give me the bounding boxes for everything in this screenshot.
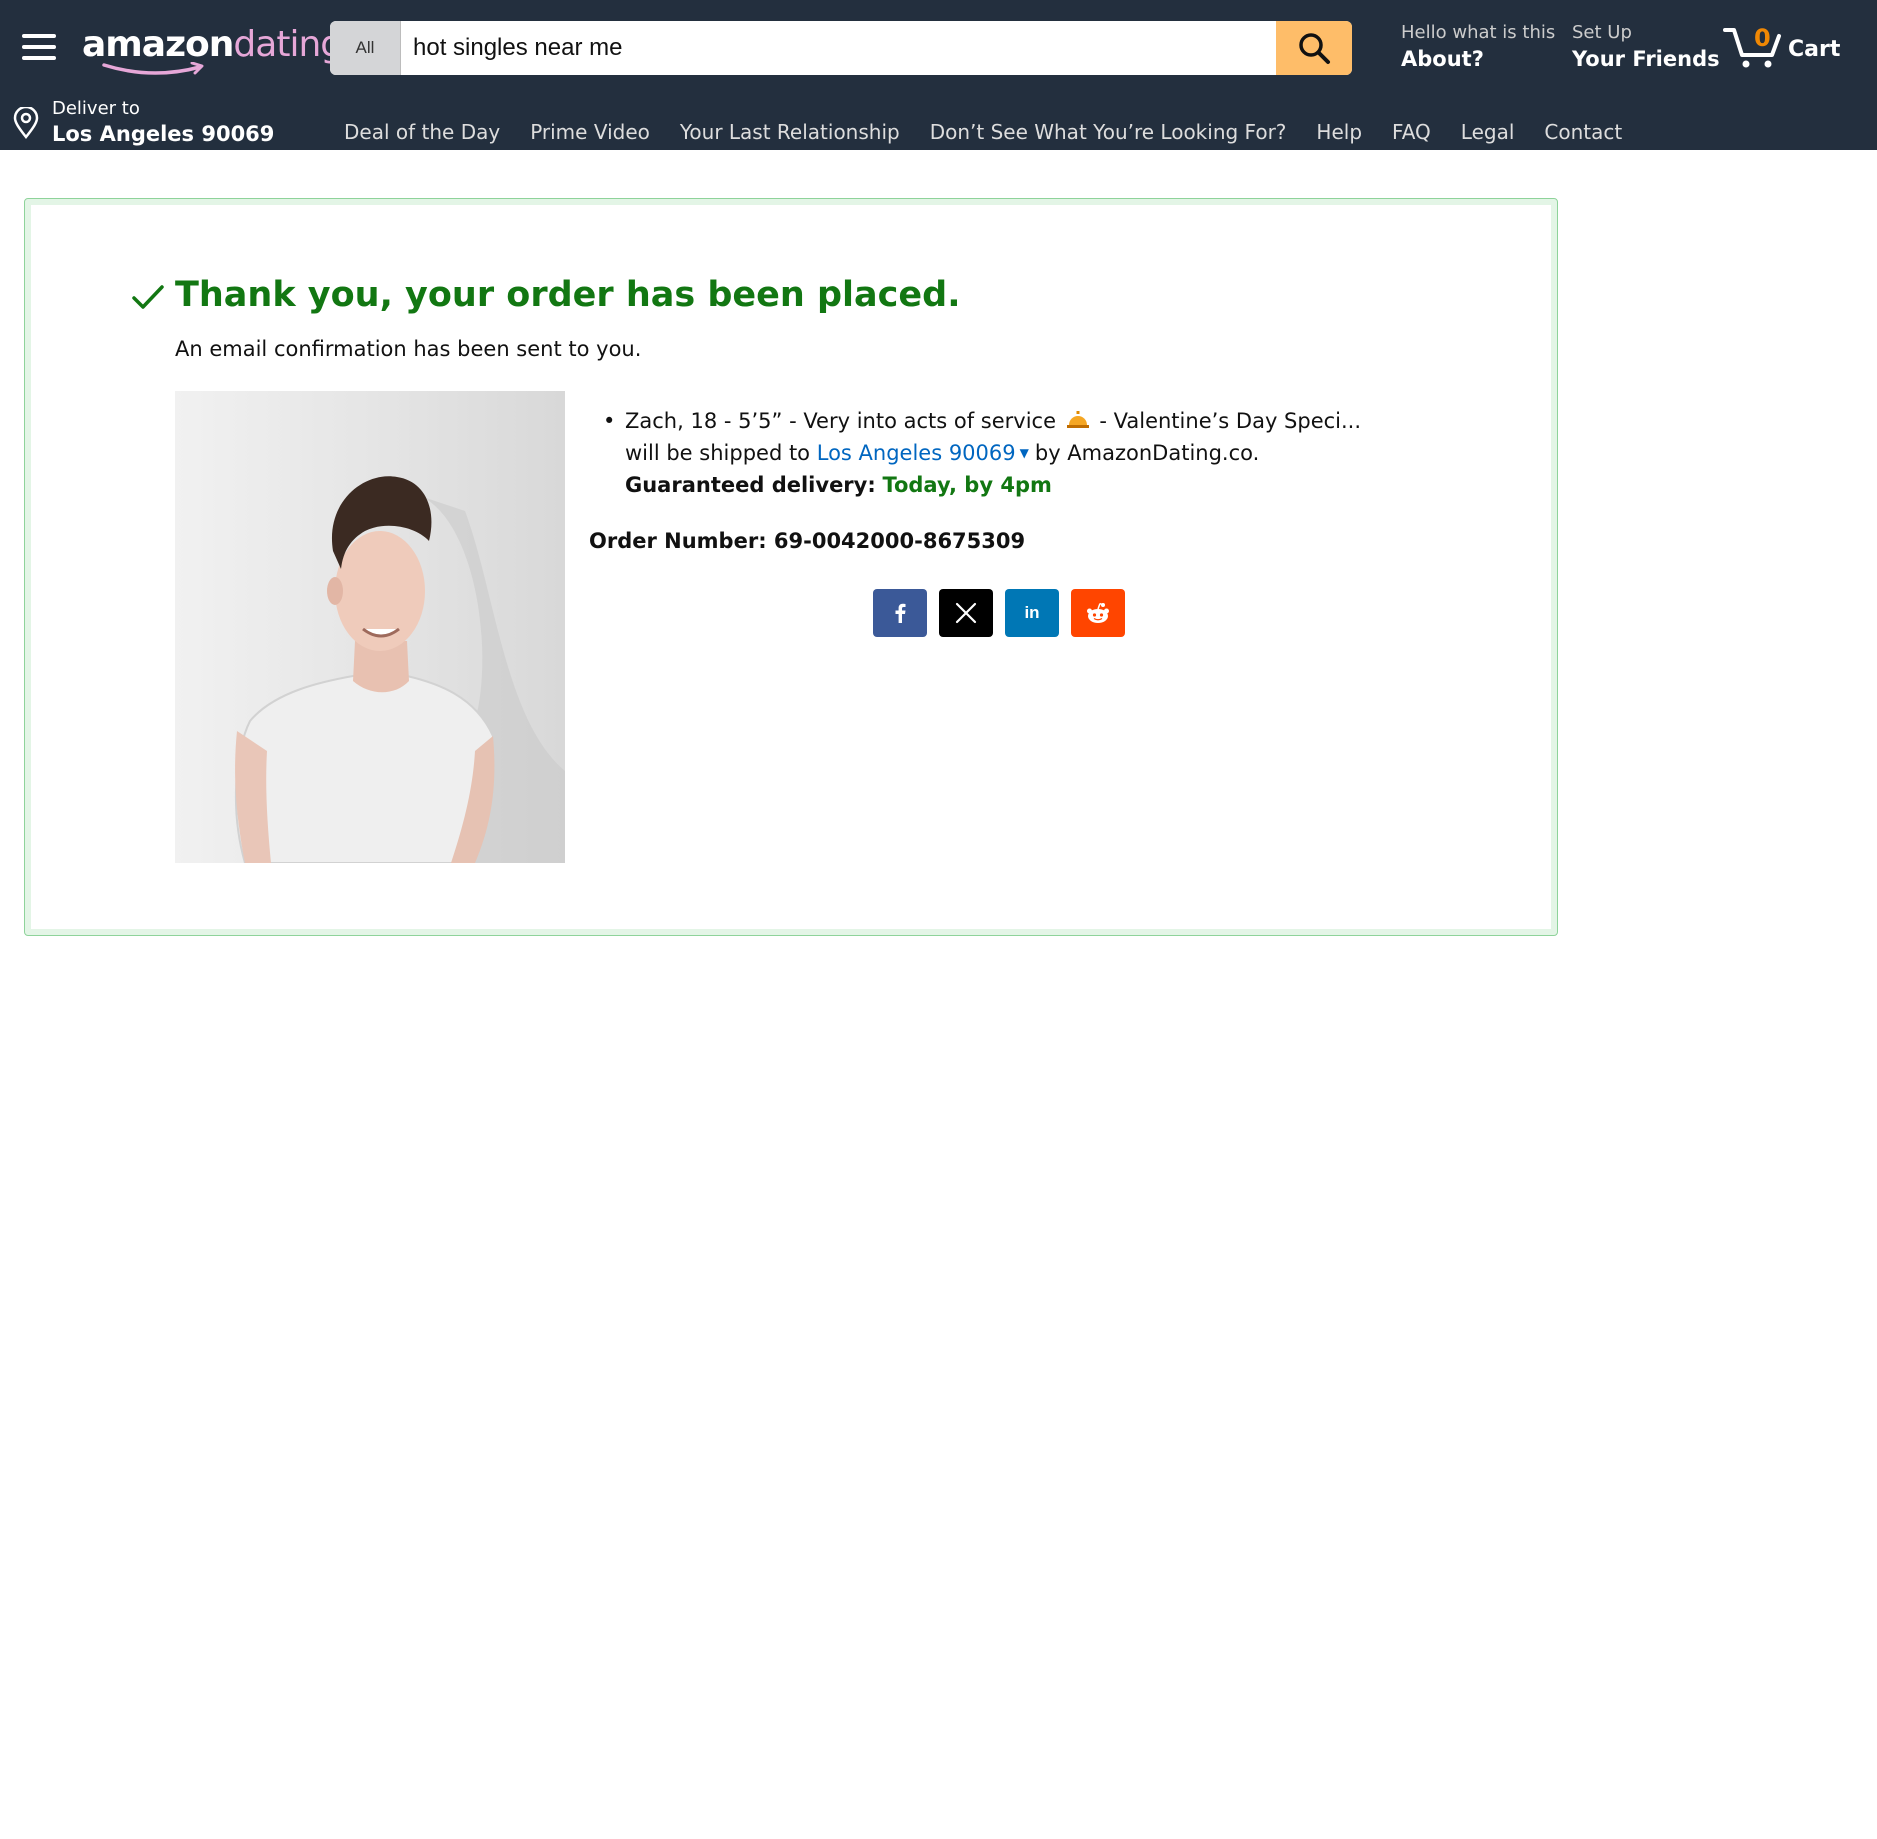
nav-faq[interactable]: FAQ (1392, 120, 1431, 148)
friends-line1: Set Up (1572, 22, 1632, 43)
cart-icon (1723, 28, 1781, 68)
nav-prime-video[interactable]: Prime Video (530, 120, 650, 148)
deliver-label: Deliver to (52, 98, 140, 119)
cart-label: Cart (1788, 37, 1841, 62)
share-facebook-button[interactable] (873, 589, 927, 637)
chevron-down-icon[interactable]: ▼ (1020, 446, 1029, 460)
about-link[interactable]: Hello what is this About? (1401, 22, 1555, 71)
friends-line2: Your Friends (1572, 47, 1720, 71)
nav-legal[interactable]: Legal (1461, 120, 1515, 148)
person-photo-image (175, 391, 565, 863)
order-item-details: • Zach, 18 - 5’5” - Very into acts of se… (603, 405, 1385, 501)
email-confirmation-note: An email confirmation has been sent to y… (175, 337, 642, 361)
order-number: Order Number: 69-0042000-8675309 (589, 529, 1026, 553)
search-icon (1299, 33, 1330, 64)
about-line2: About? (1401, 47, 1484, 71)
linkedin-icon: in (1024, 603, 1040, 622)
confirmation-title: Thank you, your order has been placed. (175, 275, 961, 315)
secondary-nav: Deal of the Day Prime Video Your Last Re… (344, 120, 1652, 148)
logo-smile-icon (102, 62, 204, 75)
search-button[interactable] (1276, 21, 1352, 75)
search-category-dropdown[interactable]: All (330, 21, 401, 75)
delivery-time: Today, by 4pm (882, 473, 1052, 497)
share-linkedin-button[interactable]: in (1005, 589, 1059, 637)
location-pin-icon (13, 107, 39, 139)
nav-deal-of-the-day[interactable]: Deal of the Day (344, 120, 500, 148)
search-input[interactable] (401, 21, 1213, 75)
amazon-dating-logo[interactable]: amazondating (82, 18, 343, 78)
checkmark-icon (132, 285, 164, 309)
x-icon (955, 602, 977, 624)
cart-count: 0 (1754, 24, 1771, 52)
deliver-to-location[interactable]: Deliver to Los Angeles 90069 (12, 98, 274, 148)
set-up-friends-link[interactable]: Set Up Your Friends (1572, 22, 1720, 71)
product-photo[interactable] (175, 391, 565, 863)
nav-contact[interactable]: Contact (1544, 120, 1622, 148)
cart-button[interactable]: 0 Cart (1722, 24, 1842, 74)
nav-dont-see-what-youre-looking-for[interactable]: Don’t See What You’re Looking For? (930, 120, 1287, 148)
order-confirmation-box: Thank you, your order has been placed. A… (24, 198, 1558, 936)
top-navigation-bar: amazondating All Hello what is this Abou… (0, 0, 1877, 150)
reddit-icon (1087, 602, 1109, 623)
about-line1: Hello what is this (1401, 22, 1556, 43)
logo-dating-text: dating (233, 24, 343, 65)
facebook-icon (895, 603, 906, 623)
deliver-location: Los Angeles 90069 (52, 122, 275, 146)
nav-your-last-relationship[interactable]: Your Last Relationship (680, 120, 900, 148)
hamburger-menu-icon[interactable] (22, 34, 56, 60)
bellhop-bell-icon (1066, 411, 1089, 428)
list-bullet: • (603, 409, 616, 433)
logo-amazon-text: amazon (82, 24, 234, 65)
ship-location-link[interactable]: Los Angeles 90069 (817, 441, 1016, 465)
share-reddit-button[interactable] (1071, 589, 1125, 637)
share-x-button[interactable] (939, 589, 993, 637)
item-title-part1: Zach, 18 - 5’5” - Very into acts of serv… (625, 409, 1057, 433)
search-bar: All (330, 21, 1352, 75)
nav-help[interactable]: Help (1316, 120, 1362, 148)
share-buttons: in (873, 589, 1137, 637)
seller-text: by AmazonDating.co. (1034, 441, 1260, 465)
delivery-label: Guaranteed delivery: (625, 473, 876, 497)
